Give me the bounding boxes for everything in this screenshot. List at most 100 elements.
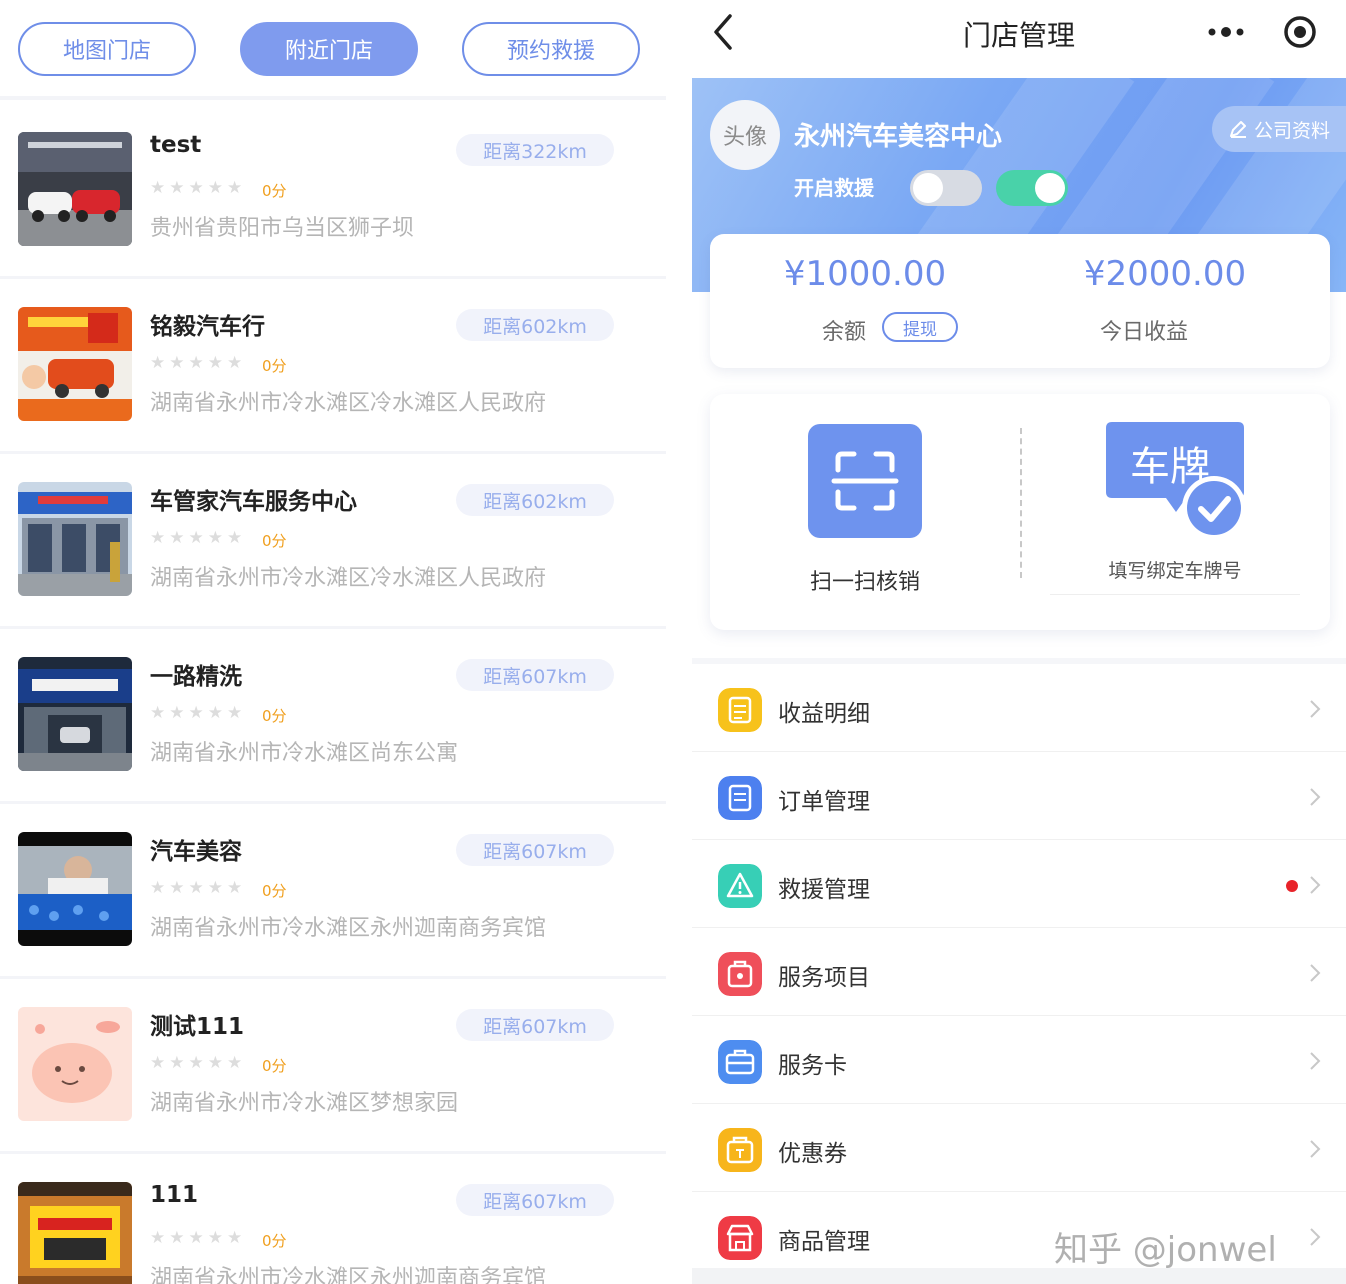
store-score: 0分 <box>262 182 287 200</box>
menu-item-orders[interactable]: 订单管理 <box>692 752 1346 840</box>
store-photo <box>18 657 132 771</box>
chevron-right-icon <box>1310 788 1321 806</box>
nearby-stores-screen: 地图门店 附近门店 预约救援 test 距离322km ★★★★★ 0分 贵州省… <box>0 0 666 1284</box>
tab-nearby-stores[interactable]: 附近门店 <box>240 22 418 76</box>
earnings-card: ¥1000.00 余额 提现 ¥2000.00 今日收益 <box>710 234 1330 368</box>
store-name: 一路精洗 <box>150 664 242 690</box>
store-photo <box>18 1007 132 1121</box>
company-info-button[interactable]: 公司资料 <box>1212 106 1346 152</box>
store-item[interactable]: 车管家汽车服务中心 距离602km ★★★★★ 0分 湖南省永州市冷水滩区冷水滩… <box>0 454 666 629</box>
menu-item-rescue[interactable]: 救援管理 <box>692 840 1346 928</box>
tab-book-rescue[interactable]: 预约救援 <box>462 22 640 76</box>
star-rating: ★★★★★ <box>150 878 247 898</box>
warning-icon <box>718 864 762 908</box>
store-photo <box>18 132 132 246</box>
menu-label: 服务项目 <box>778 965 870 991</box>
rescue-toggle-on[interactable] <box>996 170 1068 206</box>
store-address: 湖南省永州市冷水滩区尚东公寓 <box>150 741 459 766</box>
card-case-icon <box>718 1040 762 1084</box>
ledger-icon <box>718 688 762 732</box>
clipboard-icon <box>718 776 762 820</box>
scan-verify-button[interactable] <box>808 424 922 538</box>
bind-plate-label: 填写绑定车牌号 <box>1108 560 1242 582</box>
notification-badge <box>1286 880 1298 892</box>
chevron-right-icon <box>1310 964 1321 982</box>
store-score: 0分 <box>262 1232 287 1250</box>
menu-item-services[interactable]: 服务项目 <box>692 928 1346 1016</box>
store-management-screen: 门店管理 头像 永州汽车美容中心 开启救援 公司资料 ¥1000.00 余额 提… <box>692 0 1346 1284</box>
watermark: 知乎 @jonwel <box>1054 1230 1277 1270</box>
chevron-right-icon <box>1310 1052 1321 1070</box>
rescue-label: 开启救援 <box>794 176 874 200</box>
store-score: 0分 <box>262 882 287 900</box>
record-icon[interactable] <box>1282 14 1318 50</box>
bind-plate-button[interactable]: 车牌 <box>1106 422 1246 540</box>
distance-badge: 距离607km <box>456 1009 614 1041</box>
tab-map-stores[interactable]: 地图门店 <box>18 22 196 76</box>
coupon-icon <box>718 1128 762 1172</box>
distance-badge: 距离607km <box>456 1184 614 1216</box>
store-score: 0分 <box>262 357 287 375</box>
menu-label: 收益明细 <box>778 701 870 727</box>
edit-pencil-icon <box>1230 121 1246 138</box>
menu-item-earnings[interactable]: 收益明细 <box>692 664 1346 752</box>
distance-badge: 距离607km <box>456 834 614 866</box>
store-photo <box>18 482 132 596</box>
today-earnings-label: 今日收益 <box>1100 320 1189 345</box>
store-address: 湖南省永州市冷水滩区梦想家园 <box>150 1091 459 1116</box>
chevron-right-icon <box>1310 1228 1321 1246</box>
more-dots-icon[interactable] <box>1206 22 1246 42</box>
store-name: test <box>150 132 202 158</box>
store-item[interactable]: 一路精洗 距离607km ★★★★★ 0分 湖南省永州市冷水滩区尚东公寓 <box>0 629 666 804</box>
star-rating: ★★★★★ <box>150 353 247 373</box>
star-rating: ★★★★★ <box>150 703 247 723</box>
store-name: 车管家汽车服务中心 <box>150 489 357 515</box>
distance-badge: 距离322km <box>456 134 614 166</box>
chevron-right-icon <box>1310 876 1321 894</box>
distance-badge: 距离602km <box>456 484 614 516</box>
withdraw-button[interactable]: 提现 <box>882 312 958 342</box>
menu-item-service-card[interactable]: 服务卡 <box>692 1016 1346 1104</box>
rescue-toggle-off[interactable] <box>910 170 982 206</box>
star-rating: ★★★★★ <box>150 178 247 198</box>
star-rating: ★★★★★ <box>150 1053 247 1073</box>
menu-label: 订单管理 <box>778 789 870 815</box>
store-item[interactable]: 111 距离607km ★★★★★ 0分 湖南省永州市冷水滩区永州迦南商务宾馆 <box>0 1154 666 1284</box>
today-earnings-amount: ¥2000.00 <box>1083 254 1247 294</box>
star-rating: ★★★★★ <box>150 528 247 548</box>
license-plate-icon: 车牌 <box>1106 422 1246 540</box>
tab-bar: 地图门店 附近门店 预约救援 <box>0 0 666 100</box>
menu-item-coupons[interactable]: 优惠券 <box>692 1104 1346 1192</box>
menu-item-products[interactable]: 商品管理 知乎 @jonwel <box>692 1192 1346 1280</box>
store-item[interactable]: test 距离322km ★★★★★ 0分 贵州省贵阳市乌当区狮子坝 <box>0 104 666 279</box>
store-photo <box>18 832 132 946</box>
page-title: 门店管理 <box>962 19 1075 52</box>
distance-badge: 距离602km <box>456 309 614 341</box>
chevron-right-icon <box>1310 1140 1321 1158</box>
store-item[interactable]: 测试111 距离607km ★★★★★ 0分 湖南省永州市冷水滩区梦想家园 <box>0 979 666 1154</box>
balance-amount: ¥1000.00 <box>783 254 947 294</box>
company-info-label: 公司资料 <box>1254 119 1331 142</box>
store-name: 汽车美容 <box>150 839 242 865</box>
store-address: 湖南省永州市冷水滩区冷水滩区人民政府 <box>150 391 547 416</box>
avatar[interactable]: 头像 <box>710 100 780 170</box>
chevron-right-icon <box>1310 700 1321 718</box>
distance-badge: 距离607km <box>456 659 614 691</box>
quick-actions-card: 扫一扫核销 车牌 填写绑定车牌号 <box>710 394 1330 630</box>
store-score: 0分 <box>262 707 287 725</box>
menu-label: 救援管理 <box>778 877 870 903</box>
nav-bar: 门店管理 <box>692 0 1346 78</box>
scan-verify-label: 扫一扫核销 <box>809 570 920 595</box>
divider <box>1050 594 1300 595</box>
store-photo <box>18 307 132 421</box>
store-item[interactable]: 汽车美容 距离607km ★★★★★ 0分 湖南省永州市冷水滩区永州迦南商务宾馆 <box>0 804 666 979</box>
shop-name: 永州汽车美容中心 <box>794 122 1003 152</box>
store-item[interactable]: 铭毅汽车行 距离602km ★★★★★ 0分 湖南省永州市冷水滩区冷水滩区人民政… <box>0 279 666 454</box>
divider <box>1020 428 1022 578</box>
service-bag-icon <box>718 952 762 996</box>
star-rating: ★★★★★ <box>150 1228 247 1248</box>
shop-icon <box>718 1216 762 1260</box>
store-address: 贵州省贵阳市乌当区狮子坝 <box>150 216 415 241</box>
menu-label: 服务卡 <box>778 1053 847 1079</box>
menu-label: 商品管理 <box>778 1229 870 1255</box>
